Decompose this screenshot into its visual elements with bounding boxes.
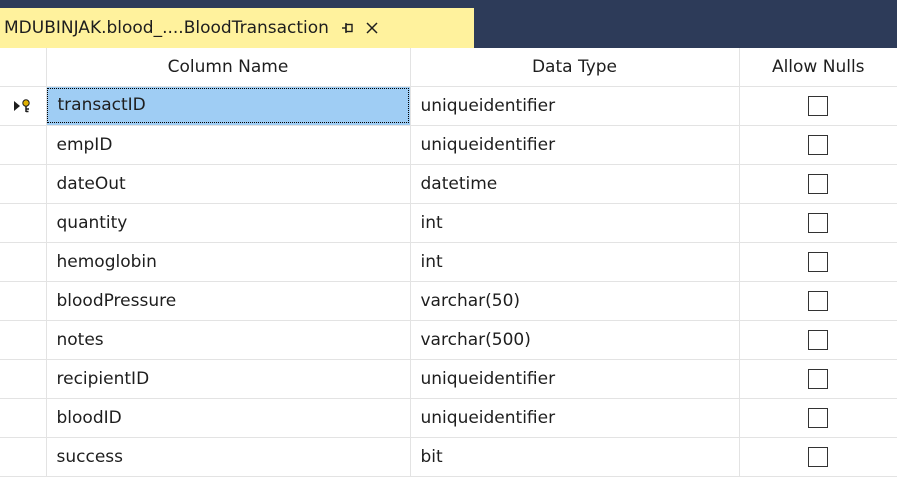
allow-nulls-checkbox[interactable] <box>808 95 829 116</box>
row-selector[interactable] <box>0 359 47 399</box>
allow-nulls-checkbox[interactable] <box>808 368 829 389</box>
column-header-name[interactable]: Column Name <box>46 48 411 87</box>
row-selector[interactable] <box>0 164 47 204</box>
table-designer-grid: Column Name Data Type Allow Nulls transa… <box>0 48 897 477</box>
document-tab-bar: MDUBINJAK.blood_....BloodTransaction <box>0 0 897 48</box>
column-header-nulls[interactable]: Allow Nulls <box>739 48 897 87</box>
row-selector[interactable] <box>0 398 47 438</box>
allow-nulls-checkbox[interactable] <box>808 134 829 155</box>
column-name-cell[interactable]: transactID <box>46 86 411 126</box>
data-type-cell[interactable]: uniqueidentifier <box>410 86 740 126</box>
row-selector[interactable] <box>0 242 47 282</box>
table-row[interactable]: quantity int <box>0 203 897 243</box>
row-selector[interactable] <box>0 437 47 477</box>
primary-key-icon <box>13 98 30 112</box>
column-name-cell[interactable]: hemoglobin <box>46 242 411 282</box>
data-type-cell[interactable]: bit <box>410 437 740 477</box>
column-name-text: empID <box>56 134 113 155</box>
allow-nulls-cell <box>739 242 897 282</box>
data-type-cell[interactable]: datetime <box>410 164 740 204</box>
data-type-cell[interactable]: uniqueidentifier <box>410 359 740 399</box>
pin-icon-glyph <box>341 23 353 33</box>
column-name-cell[interactable]: bloodPressure <box>46 281 411 321</box>
column-name-cell[interactable]: empID <box>46 125 411 165</box>
column-name-cell[interactable]: dateOut <box>46 164 411 204</box>
allow-nulls-checkbox[interactable] <box>808 290 829 311</box>
data-type-cell[interactable]: varchar(500) <box>410 320 740 360</box>
data-type-text: varchar(50) <box>420 290 521 311</box>
pin-icon[interactable] <box>337 17 359 39</box>
tab-title: MDUBINJAK.blood_....BloodTransaction <box>4 18 329 38</box>
column-name-text: dateOut <box>56 173 126 194</box>
allow-nulls-checkbox[interactable] <box>808 173 829 194</box>
row-selector[interactable] <box>0 203 47 243</box>
data-type-text: int <box>420 251 443 272</box>
table-row[interactable]: recipientID uniqueidentifier <box>0 359 897 399</box>
column-header-type[interactable]: Data Type <box>410 48 740 87</box>
column-name-text: transactID <box>46 88 409 123</box>
close-icon[interactable] <box>361 17 383 39</box>
table-row[interactable]: dateOut datetime <box>0 164 897 204</box>
row-selector[interactable] <box>0 86 47 126</box>
data-type-cell[interactable]: uniqueidentifier <box>410 125 740 165</box>
header-row: Column Name Data Type Allow Nulls <box>0 48 897 87</box>
allow-nulls-cell <box>739 86 897 126</box>
table-row[interactable]: bloodPressure varchar(50) <box>0 281 897 321</box>
column-name-text: notes <box>56 329 104 350</box>
column-name-cell[interactable]: recipientID <box>46 359 411 399</box>
data-type-text: varchar(500) <box>420 329 531 350</box>
column-name-cell[interactable]: notes <box>46 320 411 360</box>
row-selector[interactable] <box>0 320 47 360</box>
allow-nulls-checkbox[interactable] <box>808 251 829 272</box>
column-name-text: quantity <box>56 212 128 233</box>
grid-body: transactID uniqueidentifier empID unique… <box>0 86 897 477</box>
column-name-text: recipientID <box>56 368 150 389</box>
column-name-text: bloodID <box>56 407 122 428</box>
column-name-text: success <box>56 446 124 467</box>
allow-nulls-cell <box>739 164 897 204</box>
allow-nulls-checkbox[interactable] <box>808 407 829 428</box>
data-type-cell[interactable]: int <box>410 242 740 282</box>
data-type-text: uniqueidentifier <box>420 407 556 428</box>
document-tab-active[interactable]: MDUBINJAK.blood_....BloodTransaction <box>0 8 474 48</box>
close-icon-glyph <box>366 22 378 34</box>
allow-nulls-cell <box>739 437 897 477</box>
data-type-cell[interactable]: uniqueidentifier <box>410 398 740 438</box>
column-name-text: bloodPressure <box>56 290 177 311</box>
row-selector-header[interactable] <box>0 48 47 87</box>
table-row[interactable]: bloodID uniqueidentifier <box>0 398 897 438</box>
table-row[interactable]: transactID uniqueidentifier <box>0 86 897 126</box>
allow-nulls-checkbox[interactable] <box>808 329 829 350</box>
data-type-cell[interactable]: int <box>410 203 740 243</box>
column-name-cell[interactable]: quantity <box>46 203 411 243</box>
table-row[interactable]: success bit <box>0 437 897 477</box>
column-name-cell[interactable]: success <box>46 437 411 477</box>
primary-key-current-row-icon <box>0 87 46 125</box>
allow-nulls-cell <box>739 203 897 243</box>
data-type-text: bit <box>420 446 443 467</box>
table-row[interactable]: hemoglobin int <box>0 242 897 282</box>
data-type-text: uniqueidentifier <box>420 134 556 155</box>
table-row[interactable]: notes varchar(500) <box>0 320 897 360</box>
allow-nulls-checkbox[interactable] <box>808 212 829 233</box>
allow-nulls-cell <box>739 359 897 399</box>
data-type-text: datetime <box>420 173 498 194</box>
data-type-text: int <box>420 212 443 233</box>
row-selector[interactable] <box>0 125 47 165</box>
data-type-cell[interactable]: varchar(50) <box>410 281 740 321</box>
table-row[interactable]: empID uniqueidentifier <box>0 125 897 165</box>
allow-nulls-cell <box>739 125 897 165</box>
row-selector[interactable] <box>0 281 47 321</box>
allow-nulls-checkbox[interactable] <box>808 446 829 467</box>
data-type-text: uniqueidentifier <box>420 368 556 389</box>
allow-nulls-cell <box>739 320 897 360</box>
column-name-cell[interactable]: bloodID <box>46 398 411 438</box>
allow-nulls-cell <box>739 398 897 438</box>
data-type-text: uniqueidentifier <box>420 95 556 116</box>
column-name-text: hemoglobin <box>56 251 157 272</box>
allow-nulls-cell <box>739 281 897 321</box>
